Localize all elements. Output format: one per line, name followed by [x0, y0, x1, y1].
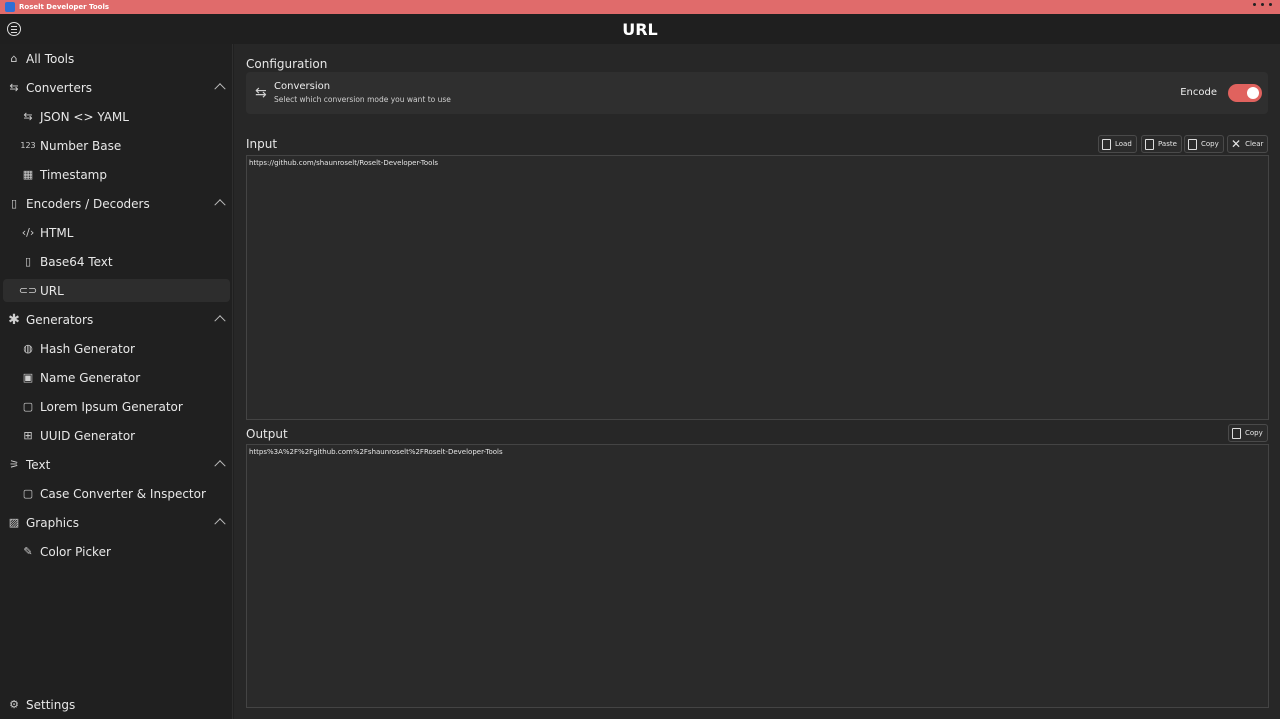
- asterisk-icon: ✱: [8, 311, 20, 328]
- chevron-up-icon[interactable]: [214, 83, 226, 95]
- load-button[interactable]: Load: [1098, 135, 1137, 153]
- window-titlebar: Roselt Developer Tools: [0, 0, 1280, 14]
- chevron-up-icon[interactable]: [214, 460, 226, 472]
- eyedropper-icon: ✎: [23, 545, 33, 558]
- sidebar-item-case-converter[interactable]: ▢ Case Converter & Inspector: [3, 482, 230, 505]
- sidebar-group-converters[interactable]: ⇆ Converters: [3, 76, 230, 99]
- conversion-title: Conversion: [274, 81, 331, 92]
- sidebar-item-lorem-ipsum[interactable]: ▢ Lorem Ipsum Generator: [3, 395, 230, 418]
- sidebar-group-encoders[interactable]: ▯ Encoders / Decoders: [3, 192, 230, 215]
- sidebar-group-graphics[interactable]: ▨ Graphics: [3, 511, 230, 534]
- mode-label: Encode: [1180, 87, 1217, 98]
- sidebar-group-label: Converters: [26, 80, 93, 95]
- sidebar-item-label: Case Converter & Inspector: [40, 486, 206, 501]
- toggle-knob: [1247, 87, 1259, 99]
- sidebar-item-label: Timestamp: [40, 167, 107, 182]
- configuration-label: Configuration: [246, 57, 328, 71]
- text-block-icon: ▢: [22, 400, 34, 413]
- sidebar-item-label: Number Base: [40, 138, 122, 153]
- sidebar-item-json-yaml[interactable]: ⇆ JSON <> YAML: [3, 105, 230, 128]
- header-bar: URL: [0, 14, 1280, 44]
- text-case-icon: ▢: [22, 487, 34, 500]
- copy-button-label: Copy: [1245, 429, 1263, 437]
- close-icon: ✕: [1231, 137, 1242, 151]
- sidebar-item-uuid-generator[interactable]: ⊞ UUID Generator: [3, 424, 230, 447]
- sidebar-item-hash-generator[interactable]: ◍ Hash Generator: [3, 337, 230, 360]
- page-title: URL: [622, 20, 658, 39]
- link-icon: ⊂⊃: [18, 284, 38, 297]
- main-content: Configuration ⇆ Conversion Select which …: [234, 44, 1280, 719]
- copy-output-button[interactable]: Copy: [1228, 424, 1268, 442]
- paste-icon: [1145, 138, 1154, 150]
- chevron-up-icon[interactable]: [214, 518, 226, 530]
- clear-button-label: Clear: [1245, 140, 1264, 148]
- sidebar-item-label: Color Picker: [40, 544, 111, 559]
- sidebar-item-html[interactable]: ‹/› HTML: [3, 221, 230, 244]
- sidebar-item-label: Base64 Text: [40, 254, 113, 269]
- sidebar-item-label: Name Generator: [40, 370, 141, 385]
- app-logo-icon: [5, 2, 15, 12]
- sidebar-item-timestamp[interactable]: ▦ Timestamp: [3, 163, 230, 186]
- swap-arrows-icon: ⇆: [23, 110, 33, 123]
- sidebar-item-label: All Tools: [26, 51, 75, 66]
- sidebar-item-base64[interactable]: ▯ Base64 Text: [3, 250, 230, 273]
- clipboard-icon: [1188, 138, 1197, 150]
- output-textarea[interactable]: https%3A%2F%2Fgithub.com%2Fshaunroselt%2…: [246, 444, 1269, 708]
- sidebar-item-url[interactable]: ⊂⊃ URL: [3, 279, 230, 302]
- sidebar-item-label: Settings: [26, 697, 76, 712]
- sidebar-group-text[interactable]: ⚞ Text: [3, 453, 230, 476]
- image-icon: ▨: [8, 516, 20, 529]
- sidebar-group-label: Graphics: [26, 515, 79, 530]
- code-icon: ‹/›: [21, 226, 35, 239]
- sidebar-group-label: Text: [26, 457, 51, 472]
- sidebar-item-label: HTML: [40, 225, 74, 240]
- input-text: https://github.com/shaunroselt/Roselt-De…: [249, 159, 439, 167]
- binary-file-icon: ▯: [10, 197, 18, 210]
- sidebar: ⌂ All Tools ⇆ Converters ⇆ JSON <> YAML …: [0, 44, 233, 719]
- fingerprint-icon: ◍: [23, 342, 33, 355]
- gear-icon: ⚙: [9, 698, 19, 711]
- input-label: Input: [246, 137, 278, 151]
- sidebar-group-generators[interactable]: ✱ Generators: [3, 308, 230, 331]
- clear-button[interactable]: ✕ Clear: [1227, 135, 1269, 153]
- sidebar-item-label: Lorem Ipsum Generator: [40, 399, 183, 414]
- swap-arrows-icon: ⇆: [9, 81, 19, 94]
- clipboard-icon: [1232, 427, 1241, 439]
- sidebar-item-color-picker[interactable]: ✎ Color Picker: [3, 540, 230, 563]
- numbers-icon: 123: [20, 141, 36, 150]
- sidebar-item-all-tools[interactable]: ⌂ All Tools: [3, 47, 230, 70]
- calendar-icon: ▦: [22, 168, 34, 181]
- output-label: Output: [246, 427, 288, 441]
- grid-icon: ⊞: [23, 429, 33, 442]
- copy-button-label: Copy: [1201, 140, 1219, 148]
- paste-button[interactable]: Paste: [1141, 135, 1182, 153]
- swap-arrows-icon: ⇆: [255, 85, 267, 101]
- copy-input-button[interactable]: Copy: [1184, 135, 1224, 153]
- conversion-setting-card: ⇆ Conversion Select which conversion mod…: [246, 72, 1268, 114]
- binary-file-icon: ▯: [24, 255, 32, 268]
- paste-button-label: Paste: [1158, 140, 1177, 148]
- encode-toggle[interactable]: [1228, 84, 1262, 102]
- sidebar-item-settings[interactable]: ⚙ Settings: [3, 693, 230, 716]
- sidebar-item-number-base[interactable]: 123 Number Base: [3, 134, 230, 157]
- sidebar-item-label: Hash Generator: [40, 341, 135, 356]
- sidebar-item-label: JSON <> YAML: [40, 109, 129, 124]
- input-textarea[interactable]: https://github.com/shaunroselt/Roselt-De…: [246, 155, 1269, 420]
- chevron-up-icon[interactable]: [214, 315, 226, 327]
- sidebar-item-label: UUID Generator: [40, 428, 136, 443]
- output-text: https%3A%2F%2Fgithub.com%2Fshaunroselt%2…: [249, 448, 503, 456]
- window-title: Roselt Developer Tools: [19, 3, 110, 11]
- sidebar-group-label: Encoders / Decoders: [26, 196, 150, 211]
- sidebar-item-label: URL: [40, 283, 64, 298]
- home-icon: ⌂: [10, 52, 18, 65]
- person-icon: ▣: [22, 371, 34, 384]
- file-icon: [1102, 138, 1111, 150]
- conversion-description: Select which conversion mode you want to…: [274, 95, 451, 104]
- text-tools-icon: ⚞: [9, 458, 19, 471]
- sidebar-item-name-generator[interactable]: ▣ Name Generator: [3, 366, 230, 389]
- chevron-up-icon[interactable]: [214, 199, 226, 211]
- load-button-label: Load: [1115, 140, 1132, 148]
- more-options-icon[interactable]: [1253, 3, 1272, 6]
- sidebar-group-label: Generators: [26, 312, 94, 327]
